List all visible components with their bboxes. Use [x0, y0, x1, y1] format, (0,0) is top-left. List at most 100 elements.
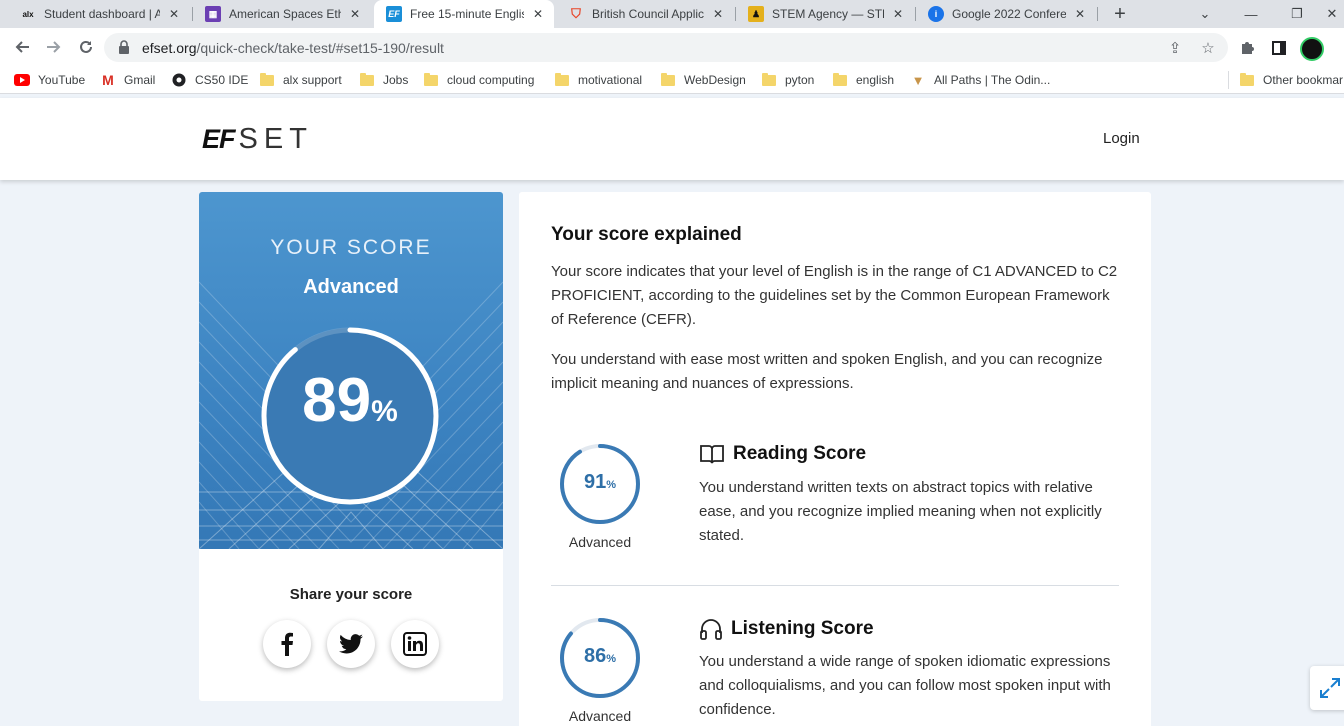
browser-toolbar: efset.org/quick-check/take-test/#set15-1…	[0, 28, 1344, 66]
logo-set: SET	[238, 122, 313, 155]
listening-score-level: Advanced	[568, 708, 632, 724]
reading-score-description: You understand written texts on abstract…	[699, 479, 1102, 544]
book-icon	[699, 443, 725, 465]
tab-title: American Spaces Ethic	[229, 7, 341, 21]
new-tab-plus-icon[interactable]: +	[1108, 2, 1132, 26]
side-panel-icon[interactable]	[1268, 37, 1290, 59]
tab-google-conference[interactable]: i Google 2022 Confere ✕	[916, 0, 1096, 28]
facebook-icon	[281, 632, 293, 656]
folder-icon	[359, 72, 375, 88]
score-explanation-card: Your score explained Your score indicate…	[519, 192, 1151, 726]
twitter-icon	[339, 634, 363, 654]
lock-icon	[119, 40, 129, 54]
cs50-icon	[171, 72, 187, 88]
overall-score-value: 89%	[302, 366, 398, 435]
reading-score-value: 91%	[583, 471, 617, 493]
bookmark-star-icon[interactable]: ☆	[1198, 38, 1218, 58]
close-tab-icon[interactable]: ✕	[710, 6, 726, 22]
site-header: EF SET Login	[0, 98, 1344, 180]
extensions-puzzle-icon[interactable]	[1236, 37, 1258, 59]
tab-title: Google 2022 Confere	[952, 7, 1066, 21]
bookmark-jobs[interactable]: Jobs	[359, 71, 408, 89]
expand-icon	[1320, 678, 1340, 698]
bookmark-english[interactable]: english	[832, 71, 894, 89]
info-favicon-icon: i	[928, 6, 944, 22]
bookmark-cs50[interactable]: CS50 IDE	[171, 71, 248, 89]
headphones-icon	[699, 617, 723, 641]
expand-icon-button[interactable]	[1310, 666, 1344, 710]
youtube-icon	[14, 72, 30, 88]
tab-american-spaces[interactable]: ▦ American Spaces Ethic ✕	[193, 0, 371, 28]
share-icon[interactable]: ⇪	[1165, 38, 1185, 58]
linkedin-icon	[403, 632, 427, 656]
score-banner: YOUR SCORE Advanced 89%	[199, 192, 503, 549]
reload-icon[interactable]	[74, 35, 98, 59]
folder-icon	[554, 72, 570, 88]
tab-title: Student dashboard | A	[44, 7, 160, 21]
share-score-title: Share your score	[289, 586, 413, 603]
profile-avatar[interactable]	[1300, 37, 1324, 61]
ef-favicon-icon: EF	[386, 6, 402, 22]
linkedin-share-button[interactable]	[391, 620, 439, 668]
reading-score-level: Advanced	[568, 534, 632, 550]
restore-icon[interactable]: ❐	[1274, 0, 1320, 28]
url-text: efset.org/quick-check/take-test/#set15-1…	[142, 40, 444, 56]
login-link[interactable]: Login	[1103, 130, 1140, 147]
browser-tab-strip: alx Student dashboard | A ✕ ▦ American S…	[0, 0, 1344, 28]
score-card: YOUR SCORE Advanced 89% Share your score	[199, 192, 503, 701]
tab-british-council[interactable]: ⛉ British Council Applica ✕	[556, 0, 734, 28]
tab-title: British Council Applica	[592, 7, 704, 21]
tab-stem-agency[interactable]: ♟ STEM Agency — STEM ✕	[736, 0, 914, 28]
bookmark-gmail[interactable]: M Gmail	[100, 71, 155, 89]
bookmark-motivational[interactable]: motivational	[554, 71, 642, 89]
bookmark-other[interactable]: Other bookmar	[1239, 71, 1343, 89]
twitter-share-button[interactable]	[327, 620, 375, 668]
shield-favicon-icon: ⛉	[571, 6, 581, 21]
close-window-icon[interactable]: ✕	[1320, 0, 1344, 28]
score-level: Advanced	[303, 276, 399, 298]
address-bar[interactable]: efset.org/quick-check/take-test/#set15-1…	[104, 33, 1228, 62]
facebook-share-button[interactable]	[263, 620, 311, 668]
bookmark-youtube[interactable]: YouTube	[14, 71, 85, 89]
bookmark-alx-support[interactable]: alx support	[259, 71, 342, 89]
grid-favicon-icon: ▦	[205, 6, 221, 22]
listening-score-title: Listening Score	[699, 617, 874, 641]
folder-icon	[259, 72, 275, 88]
bookmarks-divider	[1228, 71, 1229, 89]
bookmark-odin[interactable]: ▼ All Paths | The Odin...	[910, 71, 1051, 89]
minimize-icon[interactable]: —	[1228, 0, 1274, 28]
bookmarks-bar: YouTube M Gmail CS50 IDE alx support Job…	[0, 66, 1344, 94]
back-arrow-icon[interactable]	[10, 35, 34, 59]
alx-favicon-icon: alx	[22, 9, 34, 19]
tab-title: Free 15-minute Englis	[410, 7, 524, 21]
gmail-icon: M	[102, 72, 114, 88]
explanation-title: Your score explained	[551, 224, 742, 245]
tab-search-chevron-icon[interactable]: ⌄	[1182, 0, 1228, 28]
bookmark-cloud-computing[interactable]: cloud computing	[423, 71, 534, 89]
reading-score-title: Reading Score	[699, 443, 866, 465]
close-tab-icon[interactable]: ✕	[166, 6, 182, 22]
close-tab-icon[interactable]: ✕	[530, 6, 546, 22]
explanation-paragraph-2: You understand with ease most written an…	[551, 351, 1103, 392]
close-tab-icon[interactable]: ✕	[347, 6, 363, 22]
odin-icon: ▼	[911, 72, 925, 88]
folder-icon	[1239, 72, 1255, 88]
folder-icon	[832, 72, 848, 88]
logo-ef: EF	[202, 123, 236, 154]
section-divider	[551, 585, 1119, 586]
tab-separator	[1097, 7, 1098, 21]
your-score-heading: YOUR SCORE	[270, 236, 432, 259]
forward-arrow-icon[interactable]	[42, 35, 66, 59]
folder-icon	[761, 72, 777, 88]
tab-student-dashboard[interactable]: alx Student dashboard | A ✕	[8, 0, 190, 28]
listening-score-value: 86%	[583, 645, 617, 667]
bookmark-webdesign[interactable]: WebDesign	[660, 71, 746, 89]
listening-score-description: You understand a wide range of spoken id…	[699, 653, 1111, 718]
bookmark-pyton[interactable]: pyton	[761, 71, 814, 89]
folder-icon	[423, 72, 439, 88]
close-tab-icon[interactable]: ✕	[1072, 6, 1088, 22]
efset-logo[interactable]: EF SET	[202, 122, 313, 155]
folder-icon	[660, 72, 676, 88]
close-tab-icon[interactable]: ✕	[890, 6, 906, 22]
tab-efset-active[interactable]: EF Free 15-minute Englis ✕	[374, 0, 554, 28]
